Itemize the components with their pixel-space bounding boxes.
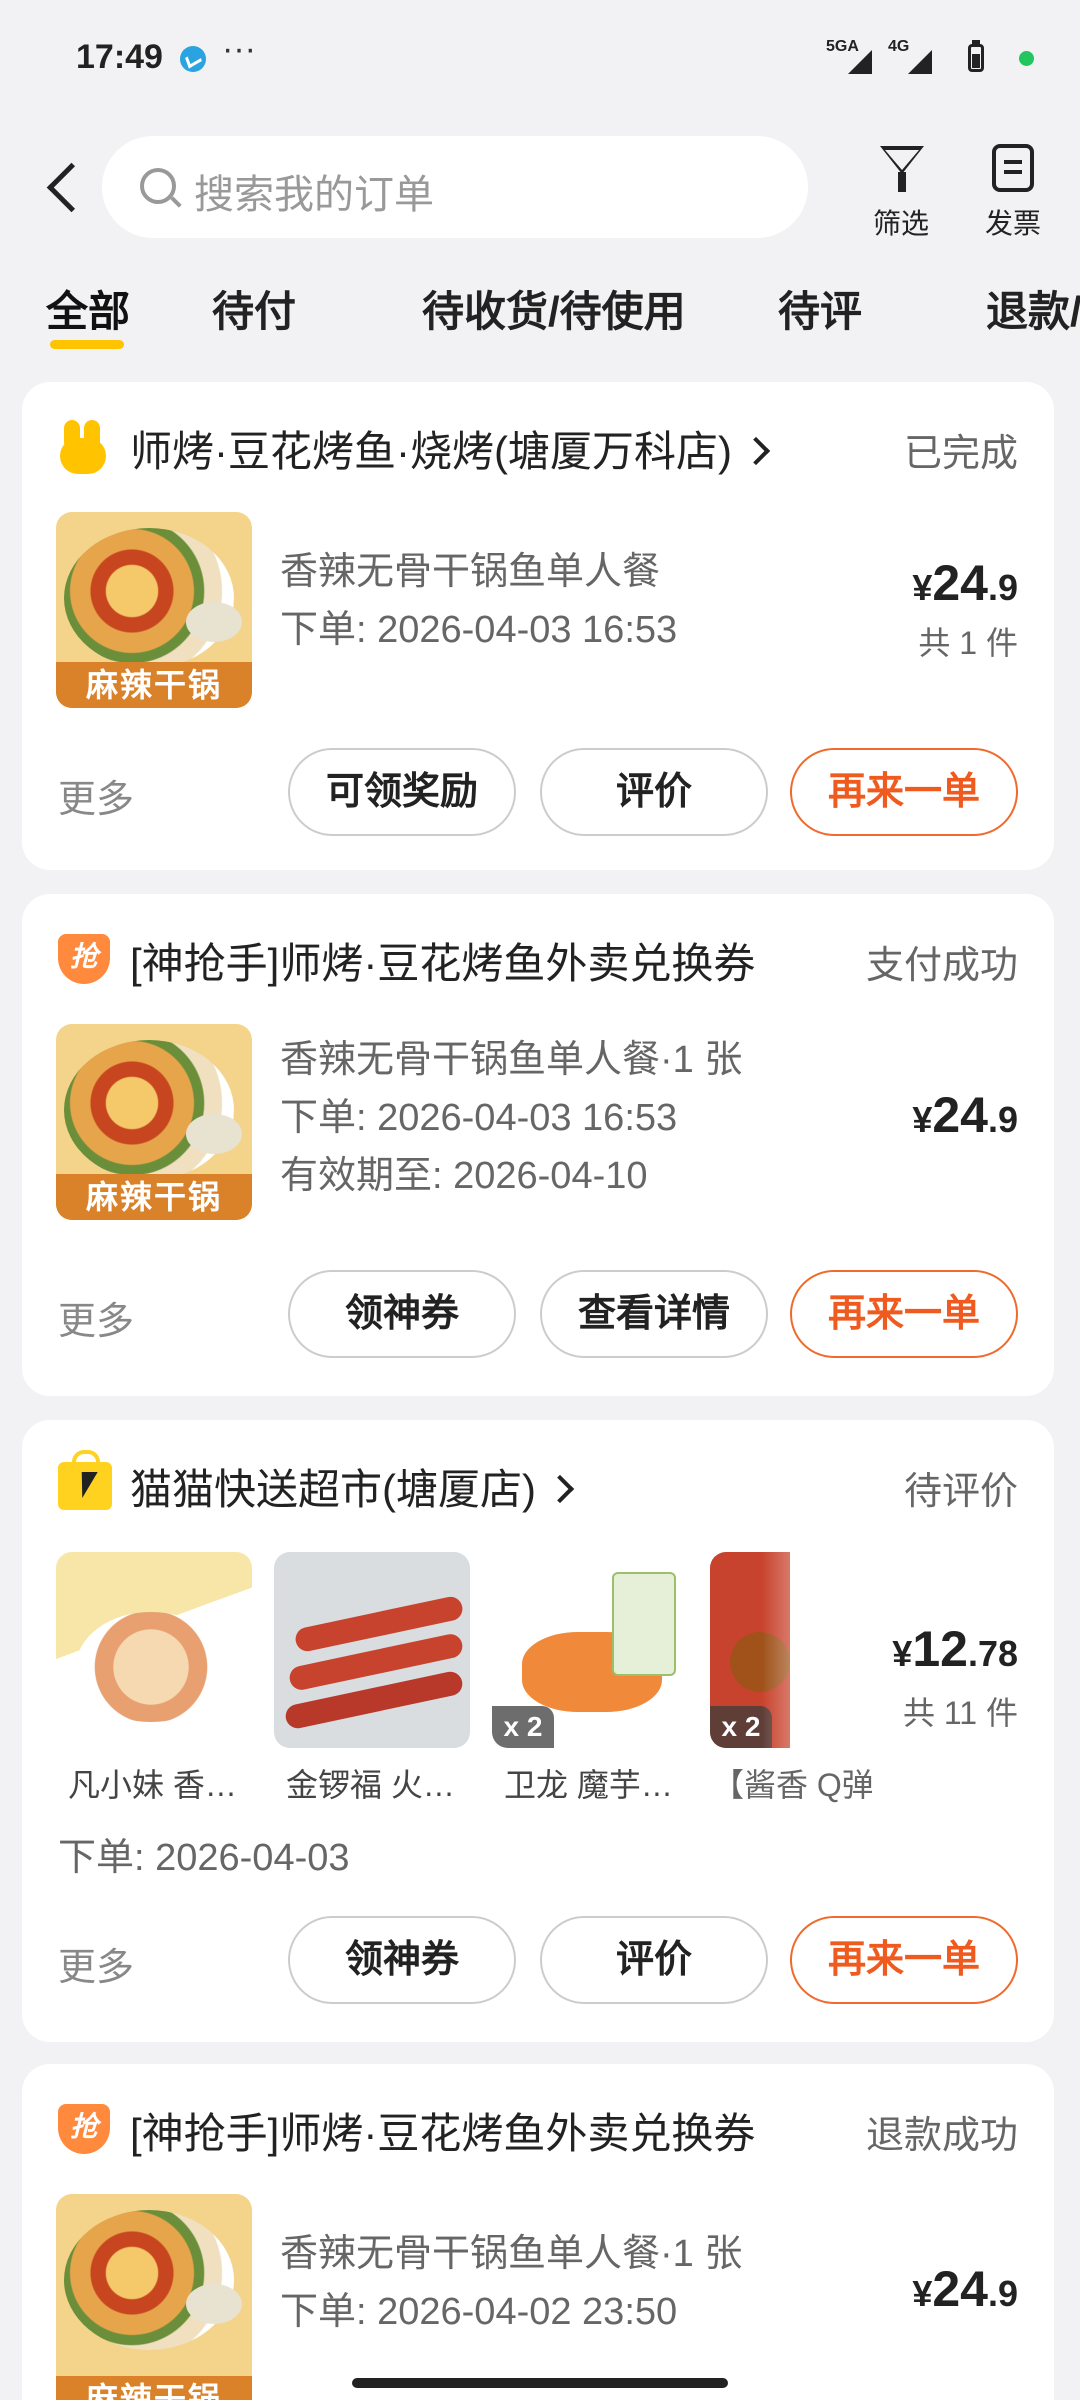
tab-all[interactable]: 全部 xyxy=(46,278,130,339)
product-name: 金锣福 火… xyxy=(286,1767,455,1803)
item-title: 香辣无骨干锅鱼单人餐·1 张 xyxy=(280,2233,743,2275)
shop-logo-icon xyxy=(58,420,108,474)
order-price: ¥24.9 xyxy=(912,2261,1018,2317)
back-button[interactable] xyxy=(40,160,88,216)
invoice-label: 发票 xyxy=(984,208,1041,239)
filter-label: 筛选 xyxy=(872,208,929,239)
view-details-button[interactable]: 查看详情 xyxy=(540,1270,768,1358)
item-title: 香辣无骨干锅鱼单人餐 xyxy=(280,551,661,593)
order-time: 下单: 2026-04-03 xyxy=(58,1837,350,1879)
filter-button[interactable]: 筛选 xyxy=(846,140,956,240)
home-indicator[interactable] xyxy=(352,2378,728,2388)
search-icon xyxy=(140,168,176,204)
order-time: 下单: 2026-04-02 23:50 xyxy=(280,2291,678,2333)
more-button[interactable]: 更多 xyxy=(58,1290,134,1345)
item-title: 香辣无骨干锅鱼单人餐·1 张 xyxy=(280,1039,743,1081)
product-name: 凡小妹 香… xyxy=(68,1767,237,1803)
product-name: 卫龙 魔芋… xyxy=(504,1767,673,1803)
product-thumb[interactable]: x 2 xyxy=(492,1552,688,1748)
review-button[interactable]: 评价 xyxy=(540,1916,768,2004)
order-time: 下单: 2026-04-03 16:53 xyxy=(280,1097,678,1139)
signal-icon xyxy=(908,50,932,74)
active-tab-indicator xyxy=(50,340,124,349)
order-card[interactable]: 猫猫快送超市(塘厦店) 待评价 x 2 x 2 凡小妹 香… 金锣福 火… 卫龙… xyxy=(22,1420,1054,2042)
status-bar: 17:49 ··· 5GA 4G xyxy=(0,0,1080,120)
order-card[interactable]: 抢 [神抢手]师烤·豆花烤鱼外卖兑换券 退款成功 麻辣干锅 香辣无骨干锅鱼单人餐… xyxy=(22,2064,1054,2400)
search-input[interactable]: 搜索我的订单 xyxy=(102,136,808,238)
invoice-icon xyxy=(992,144,1034,192)
chevron-right-icon xyxy=(545,1474,575,1504)
shop-name: 猫猫快送超市(塘厦店) xyxy=(130,1466,536,1513)
more-button[interactable]: 更多 xyxy=(58,1936,134,1991)
shop-name: [神抢手]师烤·豆花烤鱼外卖兑换券 xyxy=(130,940,756,987)
privacy-indicator-dot xyxy=(1019,51,1034,66)
order-status: 已完成 xyxy=(903,433,1018,475)
tab-refund[interactable]: 退款/ xyxy=(986,278,1080,339)
order-price: ¥24.9 xyxy=(912,555,1018,611)
filter-icon xyxy=(880,146,924,174)
product-image-tag: 麻辣干锅 xyxy=(56,1174,252,1220)
item-count: 共 11 件 xyxy=(902,1695,1018,1731)
product-image[interactable]: 麻辣干锅 xyxy=(56,512,252,708)
reorder-button[interactable]: 再来一单 xyxy=(790,1270,1018,1358)
get-coupon-button[interactable]: 领神券 xyxy=(288,1916,516,2004)
reorder-button[interactable]: 再来一单 xyxy=(790,1916,1018,2004)
voucher-logo-icon: 抢 xyxy=(58,2104,110,2154)
chevron-right-icon xyxy=(741,436,771,466)
shop-name: 师烤·豆花烤鱼·烧烤(塘厦万科店) xyxy=(130,428,732,475)
claim-reward-button[interactable]: 可领奖励 xyxy=(288,748,516,836)
shop-logo-icon xyxy=(58,1450,112,1510)
search-placeholder: 搜索我的订单 xyxy=(194,173,434,217)
tab-pending-receipt[interactable]: 待收货/待使用 xyxy=(422,278,686,339)
get-coupon-button[interactable]: 领神券 xyxy=(288,1270,516,1358)
product-image-tag: 麻辣干锅 xyxy=(56,2376,252,2400)
review-button[interactable]: 评价 xyxy=(540,748,768,836)
product-image-tag: 麻辣干锅 xyxy=(56,662,252,708)
invoice-button[interactable]: 发票 xyxy=(958,140,1068,240)
order-status: 支付成功 xyxy=(865,945,1018,987)
order-card[interactable]: 师烤·豆花烤鱼·烧烤(塘厦万科店) 已完成 麻辣干锅 香辣无骨干锅鱼单人餐 下单… xyxy=(22,382,1054,870)
order-tabs: 全部 待付 待收货/待使用 待评 退款/ xyxy=(0,278,1080,358)
product-thumb[interactable] xyxy=(56,1552,252,1748)
order-status: 待评价 xyxy=(903,1471,1018,1513)
valid-until: 有效期至: 2026-04-10 xyxy=(280,1155,648,1197)
product-image[interactable]: 麻辣干锅 xyxy=(56,1024,252,1220)
signal-icon xyxy=(848,50,872,74)
battery-icon xyxy=(968,44,984,72)
voucher-logo-icon: 抢 xyxy=(58,934,110,984)
product-image[interactable]: 麻辣干锅 xyxy=(56,2194,252,2400)
shop-name: [神抢手]师烤·豆花烤鱼外卖兑换券 xyxy=(130,2110,756,2157)
order-time: 下单: 2026-04-03 16:53 xyxy=(280,609,678,651)
item-count: 共 1 件 xyxy=(918,625,1018,661)
reorder-button[interactable]: 再来一单 xyxy=(790,748,1018,836)
more-button[interactable]: 更多 xyxy=(58,768,134,823)
product-name: 【酱香 Q弹 xyxy=(712,1767,872,1803)
order-card[interactable]: 抢 [神抢手]师烤·豆花烤鱼外卖兑换券 支付成功 麻辣干锅 香辣无骨干锅鱼单人餐… xyxy=(22,894,1054,1396)
telegram-icon xyxy=(180,46,206,72)
more-notifications-icon: ··· xyxy=(222,30,256,68)
product-thumb[interactable] xyxy=(274,1552,470,1748)
order-status: 退款成功 xyxy=(865,2115,1018,2157)
status-time: 17:49 xyxy=(76,38,163,76)
network-4g-label: 4G xyxy=(888,38,910,55)
tab-pending-review[interactable]: 待评 xyxy=(778,278,862,339)
tab-pending-payment[interactable]: 待付 xyxy=(212,278,296,339)
order-price: ¥12.78 xyxy=(892,1621,1018,1677)
order-price: ¥24.9 xyxy=(912,1087,1018,1143)
quantity-badge: x 2 xyxy=(492,1706,554,1748)
